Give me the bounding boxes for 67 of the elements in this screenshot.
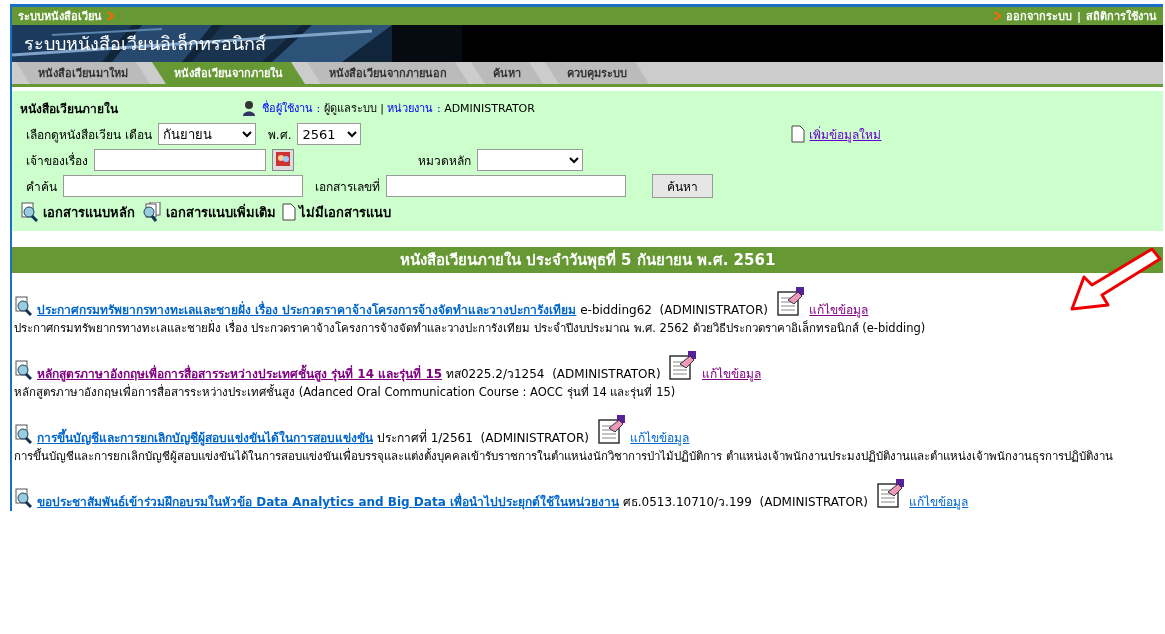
user-icon (242, 100, 256, 116)
people-picker-button[interactable] (272, 149, 294, 171)
owner-name: (ADMINISTRATOR) (552, 367, 661, 381)
legend-label: ไม่มีเอกสารแนบ (299, 203, 391, 222)
notepad-hand-icon (775, 286, 806, 316)
keyword-label: คำค้น (26, 178, 57, 196)
year-dropdown[interactable]: 2561 (297, 123, 362, 145)
section-heading: หนังสือเวียนภายใน (20, 100, 119, 118)
user-label: ชื่อผู้ใช้งาน : (262, 102, 321, 115)
document-number-label: เอกสารเลขที่ (315, 177, 380, 196)
edit-link[interactable]: แก้ไขข้อมูล (809, 303, 869, 317)
magnifier-document-icon (14, 296, 34, 316)
unit-label: หน่วยงาน : (387, 102, 441, 115)
document-number-field[interactable] (386, 175, 626, 197)
legend-label: เอกสารแนบเพิ่มเติม (166, 202, 276, 222)
reference-number: ศธ.0513.10710/ว.199 (622, 495, 752, 509)
blank-document-icon (791, 125, 806, 143)
separator: | (1076, 9, 1081, 23)
blank-document-icon (282, 203, 296, 221)
separator: | (380, 102, 384, 115)
magnifier-documents-icon (141, 202, 163, 222)
add-link[interactable]: เพิ่มข้อมูลใหม่ (809, 124, 882, 144)
owner-field[interactable] (94, 149, 266, 171)
tab[interactable]: ควบคุมระบบ (545, 62, 649, 84)
chevron-icon (993, 11, 1001, 21)
circular-description: ประกาศกรมทรัพยากรทางทะเลและชายฝั่ง เรื่อง ประกวดราคาจ้างโครงการจ้างจัดทำและวางปะการังเทียม ประจำปีงบประมาณ พ.ศ. 2562 ด้วยวิธีประกวดราคาอิเล็กทรอนิกส์ (e-bidding) (14, 320, 927, 337)
app-title: ระบบหนังสือเวียนอิเล็กทรอนิกส์ (24, 33, 266, 55)
month-dropdown[interactable]: กันยายน (157, 123, 256, 145)
circular-description: การขึ้นบัญชีและการยกเลิกบัญชีผู้สอบแข่งขันได้ในการสอบแข่งขันเพื่อบรรจุและแต่งตั้งบุคคลเข้ารับราชการในตำแหน่งนักวิชาการป่าไม้ปฏิบัติการ ตำแหน่งเจ้าพนักงานประมงปฏิบัติงานและตำแหน่งเจ้าพนักงานธุรการปฏิบัติงาน (14, 448, 1114, 465)
notepad-hand-icon (668, 350, 699, 380)
magnifier-document-icon (20, 202, 40, 222)
month-label: เลือกดูหนังสือเวียน เดือน (26, 126, 152, 144)
search-button[interactable]: ค้นหา (652, 174, 713, 198)
user-value: ผู้ดูแลระบบ (323, 102, 377, 115)
magnifier-document-icon (14, 488, 34, 508)
reference-number: ทส0225.2/ว1254 (445, 367, 545, 381)
tab[interactable]: ค้นหา (471, 62, 543, 84)
category-dropdown[interactable] (477, 149, 583, 171)
owner-name: (ADMINISTRATOR) (659, 303, 768, 317)
list-heading: หนังสือเวียนภายใน ประจำวันพุธที่ 5 กันยายน พ.ศ. 2561 (12, 247, 1163, 273)
owner-name: (ADMINISTRATOR) (759, 495, 868, 509)
reference-number: ประกาศที่ 1/2561 (376, 431, 473, 445)
unit-value: ADMINISTRATOR (444, 102, 535, 115)
edit-link[interactable]: แก้ไขข้อมูล (702, 367, 762, 381)
tab[interactable]: หนังสือเวียนมาใหม่ (16, 62, 150, 84)
legend-label: เอกสารแนบหลัก (43, 203, 135, 222)
edit-link[interactable]: แก้ไขข้อมูล (630, 431, 690, 445)
circular-title-link[interactable]: ขอประชาสัมพันธ์เข้าร่วมฝึกอบรมในหัวข้อ Data Analytics and Big Data เพื่อนำไปประยุกต์ใช้ในหน่วยงาน (37, 495, 619, 509)
keyword-field[interactable] (63, 175, 303, 197)
magnifier-document-icon (14, 424, 34, 444)
top-link[interactable]: ออกจากระบบ (1005, 7, 1072, 25)
breadcrumb[interactable]: ระบบหนังสือเวียน (18, 7, 102, 25)
chevron-icon (107, 11, 114, 21)
owner-label: เจ้าของเรื่อง (26, 151, 88, 170)
notepad-hand-icon (875, 478, 906, 508)
circular-description: หลักสูตรภาษาอังกฤษเพื่อการสื่อสารระหว่างประเทศชั้นสูง (Adanced Oral Communication Course : AOCC รุ่นที่ 14 และรุ่นที่ 15) (14, 384, 677, 401)
reference-number: e-bidding62 (580, 303, 652, 317)
owner-name: (ADMINISTRATOR) (480, 431, 589, 445)
top-link[interactable]: สถิติการใช้งาน (1086, 7, 1157, 25)
tab[interactable]: หนังสือเวียนจากภายนอก (307, 62, 469, 84)
category-label: หมวดหลัก (418, 152, 471, 170)
circular-title-link[interactable]: ประกาศกรมทรัพยากรทางทะเลและชายฝั่ง เรื่อง ประกวดราคาจ้างโครงการจ้างจัดทำและวางปะการังเทียม (37, 303, 577, 317)
year-label: พ.ศ. (267, 126, 292, 144)
edit-link[interactable]: แก้ไขข้อมูล (909, 495, 969, 509)
tab[interactable]: หนังสือเวียนจากภายใน (152, 62, 305, 84)
notepad-hand-icon (596, 414, 627, 444)
magnifier-document-icon (14, 360, 34, 380)
